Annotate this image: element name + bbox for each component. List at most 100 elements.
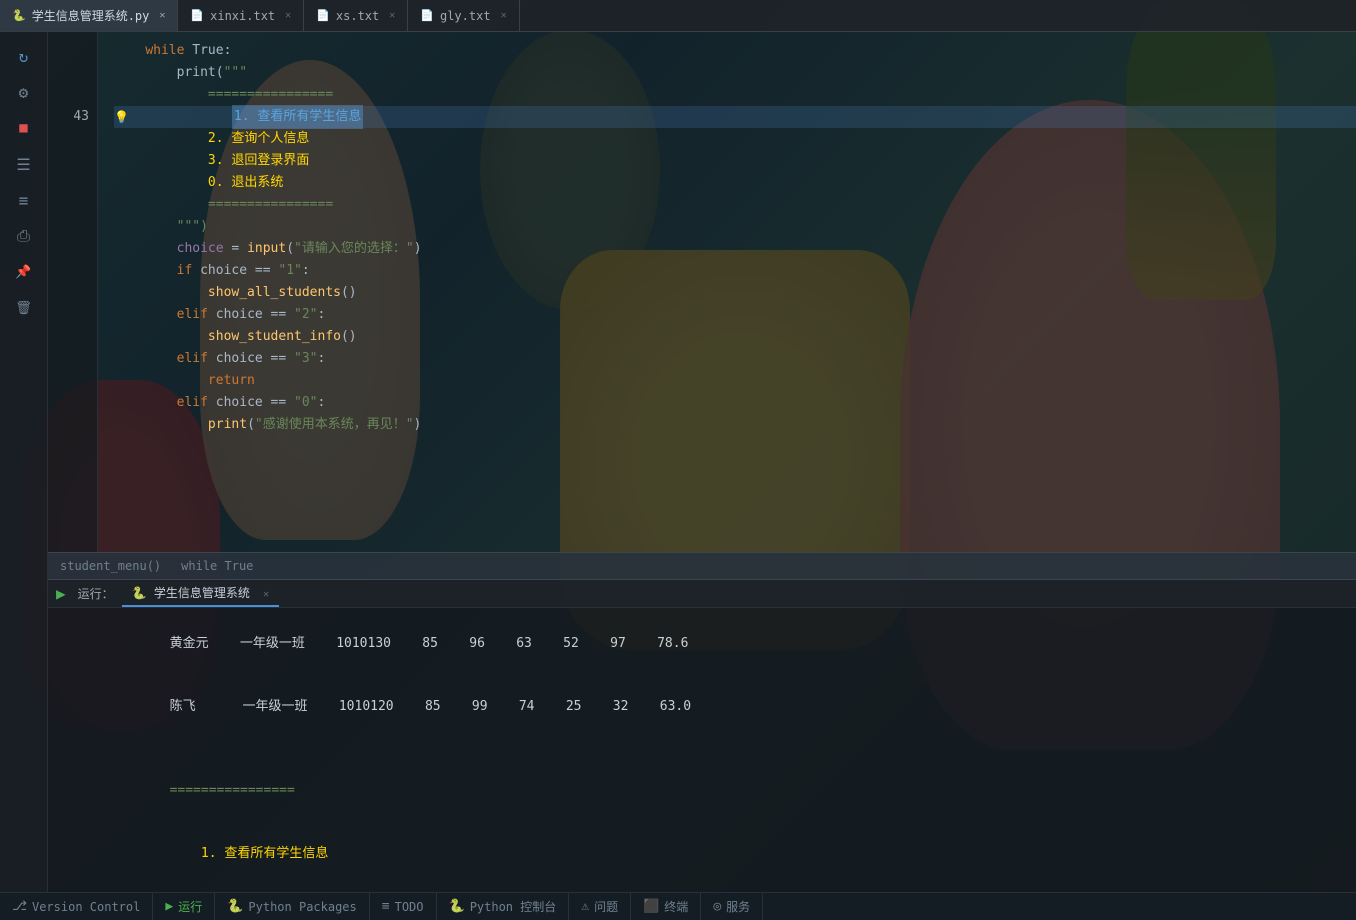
status-version-control-label: Version Control <box>32 900 140 914</box>
version-control-icon: ⎇ <box>12 899 27 914</box>
linenum-49 <box>48 238 89 260</box>
tab-gly[interactable]: 📄 gly.txt ✕ <box>408 0 519 32</box>
problems-icon: ⚠ <box>581 899 589 914</box>
list-icon[interactable]: ☰ <box>8 148 40 180</box>
linenum-53 <box>48 326 89 348</box>
output-line-1: 黄金元 一年级一班 1010130 85 96 63 52 97 78.6 <box>60 612 1344 675</box>
status-python-console-label: Python 控制台 <box>470 898 557 915</box>
status-terminal-label: 终端 <box>664 898 688 915</box>
linenum-2 <box>48 62 89 84</box>
tab-main[interactable]: 🐍 学生信息管理系统.py ✕ <box>0 0 178 32</box>
code-line-48: """) <box>114 216 1356 238</box>
terminal-icon: ⬛ <box>643 899 659 914</box>
print-icon[interactable]: ⎙ <box>8 220 40 252</box>
status-problems-label: 问题 <box>594 898 618 915</box>
bulb-icon: 💡 <box>114 106 134 128</box>
code-line-52: elif choice == "2" : <box>114 304 1356 326</box>
code-line-50: if choice == "1" : <box>114 260 1356 282</box>
linenum-44 <box>48 128 89 150</box>
separator-left: student_menu() <box>60 559 161 573</box>
code-line-2: print( """ <box>114 62 1356 84</box>
status-version-control[interactable]: ⎇ Version Control <box>0 893 153 920</box>
linenum-56 <box>48 392 89 414</box>
tab-xs-label: xs.txt <box>336 9 379 23</box>
code-editor[interactable]: 43 <box>48 32 1356 552</box>
code-line-3: ================ <box>114 84 1356 106</box>
terminal-panel: ▶ 运行： 🐍 学生信息管理系统 ✕ 黄金元 一年级一班 1010130 85 … <box>48 580 1356 892</box>
pin-icon[interactable]: 📌 <box>8 256 40 288</box>
tab-xs[interactable]: 📄 xs.txt ✕ <box>304 0 408 32</box>
linenum-55 <box>48 370 89 392</box>
status-python-packages[interactable]: 🐍 Python Packages <box>215 893 370 920</box>
status-run[interactable]: ▶ 运行 <box>153 893 215 920</box>
code-line-56: elif choice == "0" : <box>114 392 1356 414</box>
run-label-icon: ▶ <box>56 584 66 603</box>
run-title: 🐍 学生信息管理系统 <box>132 586 250 600</box>
terminal-close[interactable]: ✕ <box>263 589 269 600</box>
editor-split: 43 <box>48 32 1356 892</box>
code-content: 43 <box>48 32 1356 552</box>
code-line-54: elif choice == "3" : <box>114 348 1356 370</box>
linenum-43: 43 <box>48 106 89 128</box>
status-terminal[interactable]: ⬛ 终端 <box>631 893 701 920</box>
status-services-label: 服务 <box>726 898 750 915</box>
settings-icon[interactable]: ⚙ <box>8 76 40 108</box>
separator-bar: student_menu() while True <box>48 552 1356 580</box>
linenum-52 <box>48 304 89 326</box>
linenum-45 <box>48 150 89 172</box>
python-packages-icon: 🐍 <box>227 899 243 914</box>
code-line-51: show_all_students () <box>114 282 1356 304</box>
left-toolbar: ↻ ⚙ ■ ☰ ≡ ⎙ 📌 🗑 <box>0 32 48 892</box>
todo-icon: ≡ <box>382 899 390 914</box>
tab-xinxi[interactable]: 📄 xinxi.txt ✕ <box>178 0 304 32</box>
run-label: 运行： <box>78 585 114 602</box>
output-line-4: ================ <box>60 759 1344 822</box>
code-line-49: choice = input ( "请输入您的选择：" ) <box>114 238 1356 260</box>
python-file-icon: 🐍 <box>12 9 26 22</box>
linenum-51 <box>48 282 89 304</box>
terminal-tab-active[interactable]: 🐍 学生信息管理系统 ✕ <box>122 580 279 607</box>
status-bar: ⎇ Version Control ▶ 运行 🐍 Python Packages… <box>0 892 1356 920</box>
editor-area: 43 <box>48 32 1356 892</box>
run-status-icon: ▶ <box>165 899 173 914</box>
code-line-46: 0. 退出系统 <box>114 172 1356 194</box>
line-numbers: 43 <box>48 32 98 552</box>
code-line-55: return <box>114 370 1356 392</box>
linenum-48 <box>48 216 89 238</box>
code-line-53: show_student_info () <box>114 326 1356 348</box>
output-line-6: 2. 查询个人信息 <box>60 885 1344 892</box>
status-todo-label: TODO <box>395 900 424 914</box>
txt-icon-3: 📄 <box>420 9 434 22</box>
output-line-5: 1. 查看所有学生信息 <box>60 822 1344 885</box>
stop-icon[interactable]: ■ <box>8 112 40 144</box>
status-problems[interactable]: ⚠ 问题 <box>569 893 631 920</box>
status-services[interactable]: ◎ 服务 <box>701 893 763 920</box>
txt-icon-1: 📄 <box>190 9 204 22</box>
status-python-console[interactable]: 🐍 Python 控制台 <box>437 893 570 920</box>
linenum-46 <box>48 172 89 194</box>
main-area: ↻ ⚙ ■ ☰ ≡ ⎙ 📌 🗑 43 <box>0 32 1356 892</box>
output-line-2: 陈飞 一年级一班 1010120 85 99 74 25 32 63.0 <box>60 675 1344 738</box>
tab-xinxi-close[interactable]: ✕ <box>285 10 291 21</box>
linenum-1 <box>48 40 89 62</box>
status-run-label: 运行 <box>178 898 202 915</box>
linenum-3 <box>48 84 89 106</box>
separator-right: while True <box>181 559 253 573</box>
tab-main-close[interactable]: ✕ <box>159 10 165 21</box>
status-python-packages-label: Python Packages <box>248 900 356 914</box>
code-line-43: 💡 1. 查看所有学生信息 <box>114 106 1356 128</box>
txt-icon-2: 📄 <box>316 9 330 22</box>
reload-icon[interactable]: ↻ <box>8 40 40 72</box>
tab-gly-close[interactable]: ✕ <box>501 10 507 21</box>
services-icon: ◎ <box>713 899 721 914</box>
trash-icon[interactable]: 🗑 <box>8 292 40 324</box>
list2-icon[interactable]: ≡ <box>8 184 40 216</box>
terminal-tab-bar: ▶ 运行： 🐍 学生信息管理系统 ✕ <box>48 580 1356 608</box>
tab-bar: 🐍 学生信息管理系统.py ✕ 📄 xinxi.txt ✕ 📄 xs.txt ✕… <box>0 0 1356 32</box>
status-todo[interactable]: ≡ TODO <box>370 893 437 920</box>
code-line-1: while True: <box>114 40 1356 62</box>
terminal-content: 黄金元 一年级一班 1010130 85 96 63 52 97 78.6 陈飞… <box>48 608 1356 892</box>
linenum-47 <box>48 194 89 216</box>
tab-xs-close[interactable]: ✕ <box>389 10 395 21</box>
linenum-57 <box>48 414 89 436</box>
